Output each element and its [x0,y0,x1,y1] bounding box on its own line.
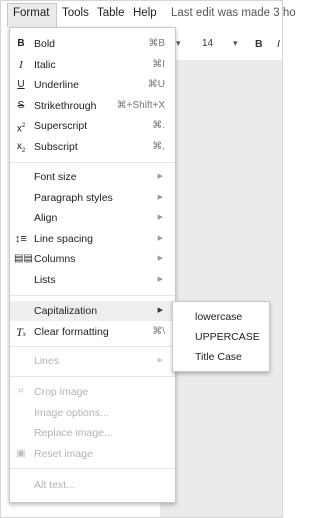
menu-item-font-size[interactable]: Font size ▶ [10,167,175,187]
line-spacing-icon: ↕≡ [15,233,27,245]
italic-icon: I [19,59,23,71]
capitalization-submenu: lowercase UPPERCASE Title Case [172,301,270,372]
submenu-arrow-icon: ▶ [157,307,163,314]
crop-icon: ⌗ [18,386,24,397]
menu-help[interactable]: Help [133,7,157,19]
menu-item-alt-text[interactable]: Alt text... [10,475,175,495]
menu-divider [10,162,175,163]
submenu-arrow-icon: ▶ [157,173,163,180]
columns-icon: ▤▤ [14,253,33,264]
bold-button[interactable]: B [255,38,263,50]
menu-item-paragraph-styles[interactable]: Paragraph styles ▶ [10,188,175,208]
menu-item-italic[interactable]: I Italic ⌘I [10,55,175,75]
underline-icon: U [17,79,25,90]
menu-divider [10,295,175,296]
chevron-down-icon[interactable]: ▾ [233,38,238,49]
clear-formatting-icon: Tx [16,325,26,339]
menu-tools[interactable]: Tools [62,7,89,19]
menu-item-subscript[interactable]: x2 Subscript ⌘, [10,137,175,157]
strikethrough-icon: S [17,100,25,111]
last-edit-link[interactable]: Last edit was made 3 ho [171,7,296,19]
menu-item-bold[interactable]: B Bold ⌘B [10,34,175,54]
format-menu: B Bold ⌘B I Italic ⌘I U Underline ⌘U S S… [9,27,176,503]
toolbar: ▾ 14 ▾ B I [163,34,283,56]
menu-divider [10,468,175,469]
menu-item-clear-formatting[interactable]: Tx Clear formatting ⌘\ [10,322,175,342]
menu-item-strikethrough[interactable]: S Strikethrough ⌘+Shift+X [10,96,175,116]
reset-image-icon: ▣ [16,448,26,459]
menu-item-line-spacing[interactable]: ↕≡ Line spacing ▶ [10,229,175,249]
menu-item-underline[interactable]: U Underline ⌘U [10,75,175,95]
menu-table[interactable]: Table [97,7,125,19]
menu-item-replace-image[interactable]: Replace image... [10,423,175,443]
submenu-arrow-icon: ▶ [157,194,163,201]
submenu-item-title-case[interactable]: Title Case [195,351,242,363]
menu-item-superscript[interactable]: x2 Superscript ⌘. [10,116,175,136]
submenu-item-lowercase[interactable]: lowercase [195,311,242,323]
submenu-arrow-icon: ▶ [157,255,163,262]
menu-item-columns[interactable]: ▤▤ Columns ▶ [10,249,175,269]
menubar: Format Tools Table Help Last edit was ma… [1,1,296,28]
submenu-arrow-icon: ▶ [157,235,163,242]
submenu-item-uppercase[interactable]: UPPERCASE [195,331,260,343]
menu-format[interactable]: Format [13,7,49,19]
document-background [160,60,282,517]
submenu-arrow-icon: ▶ [157,357,163,364]
menu-divider [10,376,175,377]
menu-item-image-options[interactable]: Image options... [10,403,175,423]
menu-item-lists[interactable]: Lists ▶ [10,270,175,290]
menu-item-align[interactable]: Align ▶ [10,208,175,228]
menu-item-capitalization[interactable]: Capitalization ▶ [10,301,175,321]
superscript-icon: x2 [16,123,26,135]
subscript-icon: x2 [16,141,26,154]
bold-icon: B [17,38,25,49]
italic-button[interactable]: I [277,38,280,50]
chevron-down-icon[interactable]: ▾ [176,38,181,49]
menu-item-reset-image[interactable]: ▣ Reset image [10,444,175,464]
menu-divider [10,346,175,347]
submenu-arrow-icon: ▶ [157,214,163,221]
font-size-select[interactable]: 14 [202,38,213,49]
submenu-arrow-icon: ▶ [157,276,163,283]
menu-item-lines[interactable]: Lines ▶ [10,351,175,371]
menu-item-crop-image[interactable]: ⌗ Crop image [10,382,175,402]
